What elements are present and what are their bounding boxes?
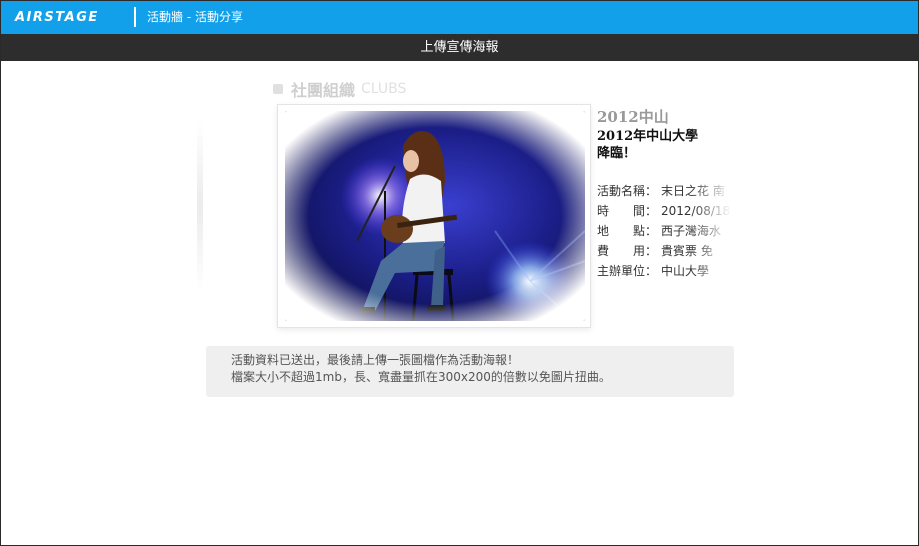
poster-image bbox=[285, 111, 585, 321]
event-time-label: 時 間： bbox=[597, 204, 658, 218]
notice-line2: 檔案大小不超過1mb，長、寬盡量抓在300x200的倍數以免圖片扭曲。 bbox=[231, 370, 611, 384]
event-subtitle-line1: 2012年中山大學 bbox=[597, 129, 699, 144]
event-title: 2012中山 bbox=[597, 108, 669, 126]
section-heading-cn: 社團組織 bbox=[291, 81, 356, 100]
section-heading-en: CLUBS bbox=[361, 81, 407, 97]
poster-preview-card bbox=[277, 104, 591, 328]
page-frame: AIRSTAGE 活動牆 - 活動分享 上傳宣傳海報 社團組織 CLUBS 20… bbox=[0, 0, 919, 546]
upload-notice: 活動資料已送出，最後請上傳一張圖檔作為活動海報！ 檔案大小不超過1mb，長、寬盡… bbox=[206, 346, 734, 397]
section-heading: 社團組織 CLUBS bbox=[273, 77, 406, 101]
event-fee-label: 費 用： bbox=[597, 244, 658, 258]
info-fade-overlay bbox=[691, 101, 741, 341]
main-content: 社團組織 CLUBS 2012中山 2012年中山大學 降臨！ 活動名稱： 末日… bbox=[1, 61, 918, 545]
event-subtitle: 2012年中山大學 降臨！ bbox=[597, 128, 698, 162]
event-location-label: 地 點： bbox=[597, 224, 658, 238]
page-breadcrumb: 活動牆 - 活動分享 bbox=[147, 10, 243, 24]
bullet-icon bbox=[273, 84, 283, 94]
page-title: 上傳宣傳海報 bbox=[420, 40, 499, 55]
event-subtitle-line2: 降臨！ bbox=[597, 146, 637, 161]
notice-line1: 活動資料已送出，最後請上傳一張圖檔作為活動海報！ bbox=[231, 353, 520, 367]
top-bar: AIRSTAGE 活動牆 - 活動分享 bbox=[1, 1, 918, 34]
header-divider bbox=[134, 7, 136, 27]
event-name-label: 活動名稱： bbox=[597, 184, 658, 198]
event-organizer-label: 主辦單位： bbox=[597, 264, 658, 278]
logo-text: AIRSTAGE bbox=[15, 9, 99, 25]
title-bar: 上傳宣傳海報 bbox=[1, 34, 918, 61]
airstage-logo[interactable]: AIRSTAGE bbox=[15, 9, 99, 25]
concert-photo-illustration bbox=[285, 111, 585, 321]
left-shadow bbox=[197, 121, 203, 291]
